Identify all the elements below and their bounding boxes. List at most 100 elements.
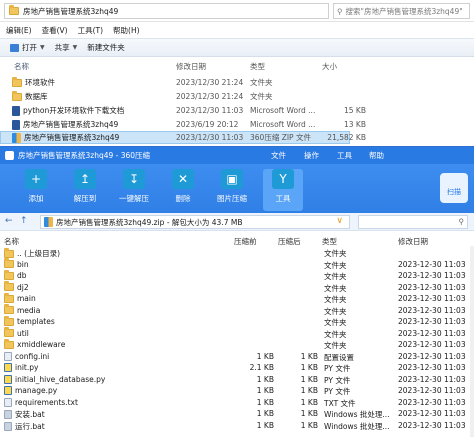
folder-icon bbox=[4, 258, 14, 268]
one-click-extract-button[interactable]: ↧ 一键解压 bbox=[114, 169, 154, 211]
explorer-row[interactable]: 房地产销售管理系统3zhq49 2023/6/19 20:12 Microsof… bbox=[0, 118, 366, 131]
tools-label: 工具 bbox=[275, 194, 291, 203]
share-button[interactable]: 共享 ▼ bbox=[55, 42, 78, 53]
zip-menu-help[interactable]: 帮助 bbox=[369, 150, 384, 161]
zip-file-row[interactable]: util 文件夹 2023-12-30 11:03 bbox=[0, 327, 474, 340]
row-size: 13 KB bbox=[344, 120, 366, 129]
back-icon[interactable]: ← bbox=[5, 216, 13, 226]
file-date: 2023-12-30 11:03 bbox=[398, 282, 466, 292]
zip-menu-operate[interactable]: 操作 bbox=[304, 150, 319, 161]
tools-icon: Y bbox=[272, 169, 294, 189]
header-type[interactable]: 类型 bbox=[322, 236, 337, 247]
row-date: 2023/6/19 20:12 bbox=[176, 120, 239, 129]
explorer-row-selected[interactable]: 房地产销售管理系统3zhq49 2023/12/30 11:03 360压缩 Z… bbox=[0, 131, 366, 144]
chevron-down-icon: ▼ bbox=[72, 44, 78, 51]
file-size-before: 1 KB bbox=[256, 374, 274, 384]
file-name: config.ini bbox=[15, 351, 50, 361]
file-type: PY 文件 bbox=[324, 364, 351, 373]
one-click-extract-label: 一键解压 bbox=[119, 194, 149, 203]
zip-scrollbar[interactable] bbox=[470, 246, 474, 437]
explorer-toolbar: 打开 ▼ 共享 ▼ 新建文件夹 bbox=[0, 38, 474, 57]
row-date: 2023/12/30 21:24 bbox=[176, 92, 244, 101]
tools-button[interactable]: Y 工具 bbox=[263, 169, 303, 211]
row-date: 2023/12/30 21:24 bbox=[176, 78, 244, 87]
zip-search-input[interactable]: ⚲ bbox=[358, 215, 468, 229]
file-type: 文件夹 bbox=[324, 272, 347, 281]
file-date: 2023-12-30 11:03 bbox=[398, 305, 466, 315]
file-name: requirements.txt bbox=[15, 397, 78, 407]
zip-file-row[interactable]: requirements.txt 1 KB 1 KB TXT 文件 2023-12-30… bbox=[0, 397, 474, 409]
open-button[interactable]: 打开 ▼ bbox=[10, 42, 45, 53]
folder-icon bbox=[4, 338, 14, 349]
extract-to-button[interactable]: ↥ 解压到 bbox=[65, 169, 105, 211]
zip-file-row[interactable]: .. (上级目录) 文件夹 bbox=[0, 247, 474, 259]
header-size[interactable]: 大小 bbox=[322, 61, 342, 72]
file-name: db bbox=[17, 271, 27, 280]
folder-icon bbox=[4, 292, 14, 303]
row-date: 2023/12/30 11:03 bbox=[176, 133, 244, 142]
file-name: xmiddleware bbox=[17, 340, 66, 349]
file-date: 2023-12-30 11:03 bbox=[398, 317, 466, 326]
header-name[interactable]: 名称 bbox=[14, 61, 29, 72]
zip-file-row[interactable]: config.ini 1 KB 1 KB 配置设置 2023-12-30 11:03 bbox=[0, 351, 474, 363]
zip-file-row[interactable]: initial_hive_database.py 1 KB 1 KB PY 文件 202… bbox=[0, 374, 474, 386]
zip-file-row[interactable]: main 文件夹 2023-12-30 11:03 bbox=[0, 292, 474, 305]
file-icon bbox=[4, 397, 12, 407]
file-date: 2023-12-30 11:03 bbox=[398, 386, 466, 395]
zip-file-row[interactable]: bin 文件夹 2023-12-30 11:03 bbox=[0, 258, 474, 271]
file-type: 文件夹 bbox=[324, 260, 347, 270]
image-icon: ▣ bbox=[221, 169, 243, 189]
file-name: bin bbox=[17, 259, 29, 269]
menu-help[interactable]: 帮助(H) bbox=[113, 25, 140, 36]
zip-file-row[interactable]: 安装.bat 1 KB 1 KB Windows 批处理... 2023-12-30 1… bbox=[0, 408, 474, 420]
zip-file-row[interactable]: 运行.bat 1 KB 1 KB Windows 批处理... 2023-12-30 1… bbox=[0, 420, 474, 432]
file-date: 2023-12-30 11:03 bbox=[398, 351, 466, 361]
search-placeholder: 搜索"房地产销售管理系统3zhq49" bbox=[345, 6, 463, 16]
menu-tools[interactable]: 工具(T) bbox=[78, 25, 103, 36]
scan-button[interactable]: 扫描 bbox=[440, 173, 468, 203]
explorer-row[interactable]: python开发环境软件下载文档 2023/12/30 11:03 Micros… bbox=[0, 104, 366, 117]
image-compress-button[interactable]: ▣ 图片压缩 bbox=[212, 169, 252, 211]
header-date[interactable]: 修改日期 bbox=[176, 61, 206, 72]
zip-file-row[interactable]: templates 文件夹 2023-12-30 11:03 bbox=[0, 315, 474, 328]
zip-file-row[interactable]: dj2 文件夹 2023-12-30 11:03 bbox=[0, 281, 474, 294]
file-date: 2023-12-30 11:03 bbox=[398, 409, 466, 418]
row-type: 文件夹 bbox=[250, 92, 273, 101]
file-size-after: 1 KB bbox=[300, 420, 318, 430]
zip-file-row[interactable]: media 文件夹 2023-12-30 11:03 bbox=[0, 304, 474, 317]
zip-file-row[interactable]: init.py 2.1 KB 1 KB PY 文件 2023-12-30 11:03 bbox=[0, 362, 474, 374]
trash-icon: ✕ bbox=[172, 169, 194, 189]
folder-icon bbox=[4, 247, 14, 258]
row-name: 房地产销售管理系统3zhq49 bbox=[23, 120, 119, 129]
zip-address-bar[interactable]: 房地产销售管理系统3zhq49.zip - 解包大小为 43.7 MB ∨ bbox=[40, 215, 350, 229]
open-label: 打开 bbox=[22, 43, 37, 52]
menu-view[interactable]: 查看(V) bbox=[42, 25, 68, 36]
explorer-address-bar[interactable]: 房地产销售管理系统3zhq49 bbox=[4, 3, 329, 19]
zip-file-row[interactable]: manage.py 1 KB 1 KB PY 文件 2023-12-30 11:03 bbox=[0, 385, 474, 397]
delete-button[interactable]: ✕ 删除 bbox=[163, 169, 203, 211]
zip-menu-file[interactable]: 文件 bbox=[271, 150, 286, 161]
explorer-row[interactable]: 数据库 2023/12/30 21:24 文件夹 bbox=[0, 90, 350, 103]
file-type: 文件夹 bbox=[324, 341, 347, 350]
zip-file-row[interactable]: xmiddleware 文件夹 2023-12-30 11:03 bbox=[0, 338, 474, 351]
zip-file-row[interactable]: db 文件夹 2023-12-30 11:03 bbox=[0, 269, 474, 282]
header-type[interactable]: 类型 bbox=[250, 61, 265, 72]
row-date: 2023/12/30 11:03 bbox=[176, 106, 244, 115]
plus-icon: + bbox=[25, 169, 47, 189]
zip-menu-tools[interactable]: 工具 bbox=[337, 150, 352, 161]
open-icon bbox=[10, 43, 19, 52]
new-folder-button[interactable]: 新建文件夹 bbox=[87, 42, 125, 53]
menu-edit[interactable]: 编辑(E) bbox=[6, 25, 32, 36]
add-button[interactable]: + 添加 bbox=[16, 169, 56, 211]
explorer-row[interactable]: 环境软件 2023/12/30 21:24 文件夹 bbox=[0, 76, 350, 89]
header-size-after[interactable]: 压缩后 bbox=[278, 236, 301, 247]
header-date[interactable]: 修改日期 bbox=[398, 236, 428, 247]
extract-icon: ↥ bbox=[74, 169, 96, 189]
up-icon[interactable]: ↑ bbox=[20, 216, 28, 226]
header-name[interactable]: 名称 bbox=[4, 236, 19, 247]
batch-file-icon bbox=[4, 410, 12, 419]
file-size-after: 1 KB bbox=[300, 409, 318, 418]
chevron-down-icon[interactable]: ∨ bbox=[336, 216, 343, 226]
header-size-before[interactable]: 压缩前 bbox=[234, 236, 257, 247]
explorer-search-input[interactable]: ⚲ 搜索"房地产销售管理系统3zhq49" bbox=[333, 3, 470, 19]
